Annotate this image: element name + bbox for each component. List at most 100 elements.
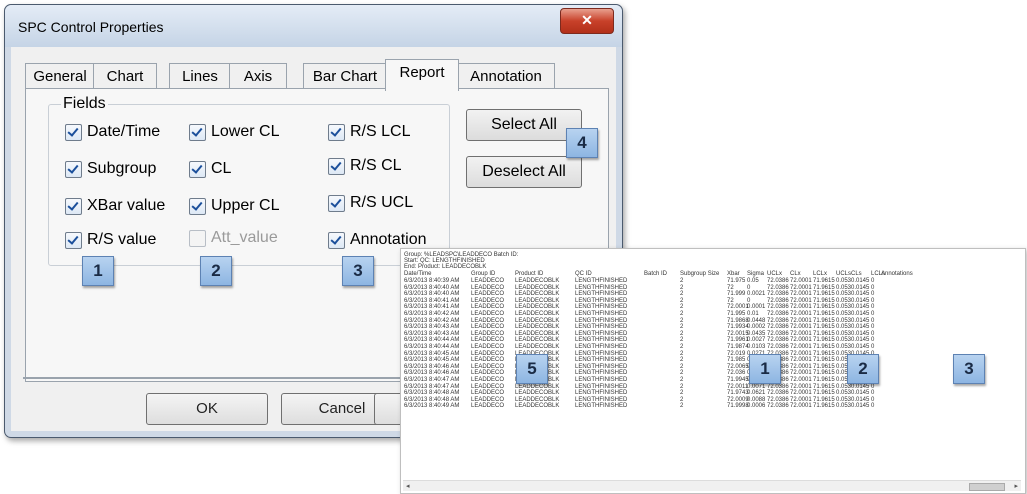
report-cell: 71.9874 — [727, 344, 749, 350]
callout-badge-1-report: 1 — [749, 354, 781, 384]
report-cell: 72.0001 — [790, 390, 812, 397]
report-cell: LENGTHFINISHED — [575, 278, 628, 284]
report-cell: LEADDECO — [471, 297, 505, 304]
report-cell: 0.0088 — [747, 396, 766, 403]
report-cell: 72.0001 — [790, 278, 812, 284]
checkbox-date-time[interactable]: Date/Time — [65, 121, 160, 143]
report-cell: 72.0001 — [790, 396, 812, 403]
report-cell: 0.0145 — [851, 383, 870, 390]
deselect-all-button[interactable]: Deselect All — [466, 156, 582, 188]
checkbox-subgroup[interactable]: Subgroup — [65, 158, 156, 180]
callout-badge-2-report: 2 — [847, 354, 879, 384]
report-cell: 6/3/2013 8:40:48 AM — [404, 396, 460, 403]
checkbox-label: R/S UCL — [350, 194, 414, 211]
report-cell: 0.0145 — [851, 396, 870, 403]
report-cell: 2 — [680, 284, 684, 291]
tab-general[interactable]: General — [25, 63, 95, 90]
report-column-header: Group ID — [471, 271, 496, 277]
scroll-left-icon[interactable]: ◂ — [406, 482, 410, 490]
scroll-right-icon[interactable]: ▸ — [1014, 482, 1018, 490]
report-cell: 72.0386 — [767, 390, 789, 397]
tab-lines[interactable]: Lines — [169, 63, 231, 90]
report-cell: 72.0001 — [790, 297, 812, 304]
ok-button[interactable]: OK — [146, 393, 268, 425]
report-cell: 2 — [680, 396, 684, 403]
report-column-header: Subgroup Size — [680, 271, 720, 277]
report-cell: 0.0145 — [851, 311, 870, 317]
tab-report[interactable]: Report — [385, 59, 459, 91]
report-cell: 71.985 — [727, 357, 746, 364]
report-cell: LEADDECO — [471, 330, 505, 337]
report-cell: LEADDECO — [471, 396, 505, 403]
report-cell: 0 — [747, 284, 751, 291]
tab-bar-chart[interactable]: Bar Chart — [303, 63, 387, 90]
report-cell: 6/3/2013 8:40:49 AM — [404, 403, 460, 410]
report-preview: Group: %LEADSPC\LEADDECO Batch ID: Start… — [400, 248, 1026, 494]
tab-annotation[interactable]: Annotation — [457, 63, 555, 90]
report-cell: 72.0001 — [790, 363, 812, 370]
report-cell: 71.9615 — [813, 403, 835, 410]
checkbox-rs-ucl[interactable]: R/S UCL — [328, 192, 413, 214]
checkbox-rs-value[interactable]: R/S value — [65, 229, 156, 251]
report-cell: 71.9998 — [727, 403, 749, 410]
report-cell: 71.9615 — [813, 324, 835, 331]
checkbox-cl[interactable]: CL — [189, 158, 231, 180]
checkbox-rs-lcl[interactable]: R/S LCL — [328, 121, 410, 143]
report-cell: LENGTHFINISHED — [575, 297, 628, 304]
report-cell: 0 — [871, 383, 875, 390]
report-cell: 0.0006 — [747, 403, 766, 410]
report-cell: 2 — [680, 311, 684, 317]
report-cell: 71.9615 — [813, 357, 835, 364]
report-cell: 0.0145 — [851, 291, 870, 298]
select-all-button[interactable]: Select All — [466, 109, 582, 141]
report-cell: 71.9615 — [813, 363, 835, 370]
report-cell: 0.05 — [747, 278, 759, 284]
checkbox-checked-icon — [328, 157, 345, 175]
report-column-header: Date/Time — [404, 271, 432, 277]
report-cell: 0.0145 — [851, 390, 870, 397]
checkbox-rs-cl[interactable]: R/S CL — [328, 155, 402, 177]
report-cell: 72.0386 — [767, 330, 789, 337]
report-cell: 0 — [871, 324, 875, 331]
report-cell: 0.053 — [836, 304, 852, 311]
horizontal-scrollbar[interactable]: ◂ ▸ — [403, 480, 1021, 491]
report-cell: LENGTHFINISHED — [575, 317, 628, 324]
tab-chart[interactable]: Chart — [93, 63, 157, 90]
report-cell: 2 — [680, 363, 684, 370]
report-cell: LEADDECO — [471, 284, 505, 291]
checkbox-label: Annotation — [350, 231, 427, 248]
report-cell: LEADDECO — [471, 390, 505, 397]
report-cell: 0.053 — [836, 337, 852, 344]
checkbox-upper-cl[interactable]: Upper CL — [189, 195, 279, 217]
report-cell: 0.0145 — [851, 330, 870, 337]
report-cell: 72.019 — [727, 350, 746, 357]
report-cell: 72.0386 — [767, 311, 789, 317]
report-cell: 2 — [680, 297, 684, 304]
checkbox-lower-cl[interactable]: Lower CL — [189, 121, 279, 143]
report-cell: LEADDECO — [471, 344, 505, 350]
callout-badge-3: 3 — [342, 256, 374, 286]
report-cell: 0.053 — [836, 344, 852, 350]
report-cell: 72.0386 — [767, 403, 789, 410]
report-cell: 0.0145 — [851, 304, 870, 311]
scrollbar-thumb[interactable] — [969, 483, 1005, 491]
report-cell: 0.053 — [836, 324, 852, 331]
report-cell: LEADDECO — [471, 377, 505, 383]
report-cell: 0 — [871, 278, 875, 284]
close-button[interactable]: ✕ — [560, 8, 614, 34]
report-cell: LENGTHFINISHED — [575, 390, 628, 397]
checkbox-xbar-value[interactable]: XBar value — [65, 195, 165, 217]
tab-axis[interactable]: Axis — [229, 63, 287, 90]
checkbox-checked-icon — [65, 160, 82, 178]
report-cell: 6/3/2013 8:40:45 AM — [404, 350, 460, 357]
title-bar[interactable]: SPC Control Properties ✕ — [5, 5, 622, 47]
report-cell: 71.9615 — [813, 337, 835, 344]
report-column-header: Batch ID — [644, 271, 668, 277]
checkbox-checked-icon — [189, 197, 206, 215]
report-cell: LEADDECOBLK — [515, 278, 560, 284]
report-cell: 0.0103 — [747, 344, 766, 350]
callout-badge-1: 1 — [82, 256, 114, 286]
report-cell: LEADDECOBLK — [515, 403, 560, 410]
report-cell: 72.0386 — [767, 344, 789, 350]
report-cell: 71.9615 — [813, 297, 835, 304]
